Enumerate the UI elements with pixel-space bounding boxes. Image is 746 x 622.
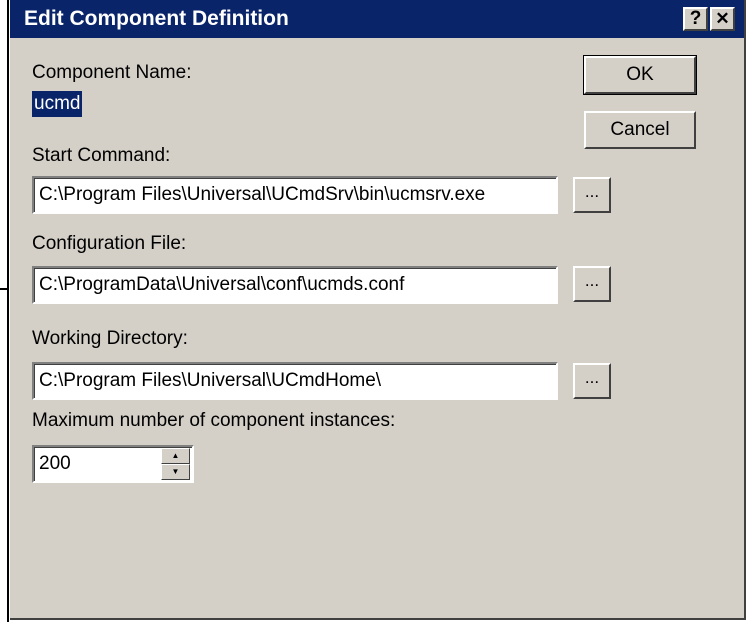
title-bar[interactable]: Edit Component Definition ? ✕ xyxy=(10,0,744,38)
max-instances-label: Maximum number of component instances: xyxy=(32,410,396,431)
ok-button[interactable]: OK xyxy=(583,55,697,95)
max-instances-stepper[interactable]: 200 ▲ ▼ xyxy=(32,445,194,483)
component-name-label: Component Name: xyxy=(32,62,192,83)
max-instances-value[interactable]: 200 xyxy=(39,447,71,480)
component-name-value[interactable]: ucmd xyxy=(32,91,83,117)
working-directory-label: Working Directory: xyxy=(32,328,188,349)
spin-up-icon[interactable]: ▲ xyxy=(161,448,190,464)
close-icon: ✕ xyxy=(715,9,730,28)
start-command-input[interactable]: C:\Program Files\Universal\UCmdSrv\bin\u… xyxy=(32,176,558,214)
dialog-title: Edit Component Definition xyxy=(24,7,289,30)
background-window-tick xyxy=(0,288,9,290)
help-button[interactable]: ? xyxy=(683,7,708,31)
cancel-button[interactable]: Cancel xyxy=(584,111,696,149)
help-icon: ? xyxy=(689,8,702,29)
configuration-file-browse-button[interactable]: ... xyxy=(573,266,611,302)
configuration-file-input[interactable]: C:\ProgramData\Universal\conf\ucmds.conf xyxy=(32,266,558,304)
start-command-browse-button[interactable]: ... xyxy=(573,177,611,213)
background-window-edge xyxy=(7,0,9,622)
configuration-file-label: Configuration File: xyxy=(32,233,187,254)
working-directory-browse-button[interactable]: ... xyxy=(573,363,611,399)
spin-down-icon[interactable]: ▼ xyxy=(161,464,190,480)
start-command-label: Start Command: xyxy=(32,145,171,166)
edit-component-dialog: Edit Component Definition ? ✕ Component … xyxy=(10,0,746,620)
close-button[interactable]: ✕ xyxy=(710,7,735,31)
working-directory-input[interactable]: C:\Program Files\Universal\UCmdHome\ xyxy=(32,362,558,400)
